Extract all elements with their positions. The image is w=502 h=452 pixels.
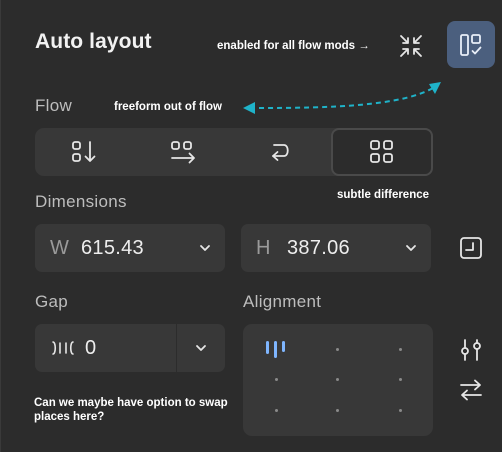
vertical-flow-icon — [72, 141, 96, 162]
gap-label: Gap — [35, 292, 69, 311]
resize-to-fit-button[interactable] — [451, 230, 491, 266]
gap-spacing-icon — [45, 338, 81, 358]
layout-check-icon — [460, 33, 482, 56]
grid-flow-icon — [369, 140, 393, 163]
annotation-freeform-note: freeform out of flow — [114, 101, 222, 113]
align-middle-left-dot[interactable] — [275, 378, 278, 381]
height-value[interactable]: 387.06 — [287, 237, 391, 260]
width-field[interactable]: W 615.43 — [35, 224, 225, 272]
flow-option-horizontal[interactable] — [134, 128, 233, 176]
height-dropdown[interactable] — [391, 243, 431, 253]
advanced-layout-settings-button[interactable] — [453, 334, 489, 366]
layout-mode-toggle-button[interactable] — [447, 21, 495, 68]
align-top-center-dot[interactable] — [336, 348, 339, 351]
chevron-down-icon — [200, 245, 210, 251]
auto-layout-panel: Auto layout enabled for all flow mods → … — [0, 0, 502, 452]
swap-gap-alignment-button[interactable] — [453, 374, 489, 406]
gap-dropdown[interactable] — [177, 343, 225, 353]
alignment-grid[interactable] — [243, 324, 433, 436]
height-prefix: H — [256, 236, 271, 259]
chevron-down-icon — [196, 345, 206, 351]
annotation-swap-note: Can we maybe have option to swap places … — [34, 397, 228, 423]
resize-frame-icon — [460, 237, 482, 259]
collapse-icon — [400, 35, 422, 57]
gap-field[interactable]: 0 — [35, 324, 225, 372]
flow-option-wrap[interactable] — [232, 128, 331, 176]
flow-label: Flow — [35, 96, 73, 115]
sliders-icon — [461, 339, 481, 361]
width-value[interactable]: 615.43 — [81, 237, 185, 260]
flow-option-vertical[interactable] — [35, 128, 134, 176]
align-top-left-icon[interactable] — [265, 340, 289, 360]
alignment-label: Alignment — [243, 292, 322, 311]
swap-arrows-icon — [460, 379, 482, 401]
wrap-flow-icon — [272, 144, 289, 161]
width-dropdown[interactable] — [185, 243, 225, 253]
align-bottom-left-dot[interactable] — [275, 409, 278, 412]
height-field[interactable]: H 387.06 — [241, 224, 431, 272]
width-prefix: W — [50, 236, 69, 259]
flow-segmented-control — [35, 128, 433, 176]
horizontal-flow-icon — [170, 141, 195, 164]
gap-value[interactable]: 0 — [85, 337, 176, 360]
align-bottom-center-dot[interactable] — [336, 409, 339, 412]
flow-option-grid[interactable] — [330, 128, 433, 176]
chevron-down-icon — [406, 245, 416, 251]
align-bottom-right-dot[interactable] — [399, 409, 402, 412]
collapse-auto-layout-button[interactable] — [391, 28, 431, 64]
align-middle-center-dot[interactable] — [336, 378, 339, 381]
annotation-enabled-note: enabled for all flow mods → — [217, 40, 370, 52]
annotation-subtle-note: subtle difference — [337, 189, 430, 201]
align-middle-right-dot[interactable] — [399, 378, 402, 381]
dimensions-label: Dimensions — [35, 192, 127, 211]
align-top-right-dot[interactable] — [399, 348, 402, 351]
panel-title: Auto layout — [35, 30, 152, 53]
